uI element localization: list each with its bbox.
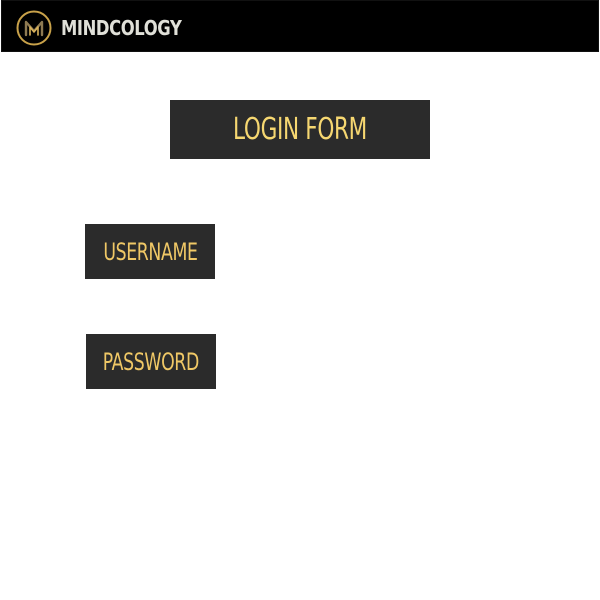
username-label-box: USERNAME — [85, 224, 215, 279]
login-form-title: LOGIN FORM — [233, 112, 367, 147]
username-label: USERNAME — [102, 237, 198, 266]
brand-name: MINDCOLOGY — [61, 16, 182, 40]
password-label-box: PASSWORD — [86, 334, 216, 389]
login-form-title-box: LOGIN FORM — [170, 100, 430, 159]
brand-logo-link[interactable]: MINDCOLOGY — [16, 9, 208, 47]
password-label: PASSWORD — [102, 347, 200, 376]
login-page: MINDCOLOGY LOGIN FORM USERNAME PASSWORD — [0, 0, 600, 600]
mindcology-logo-icon — [16, 10, 52, 46]
top-navigation-bar: MINDCOLOGY — [1, 0, 599, 52]
